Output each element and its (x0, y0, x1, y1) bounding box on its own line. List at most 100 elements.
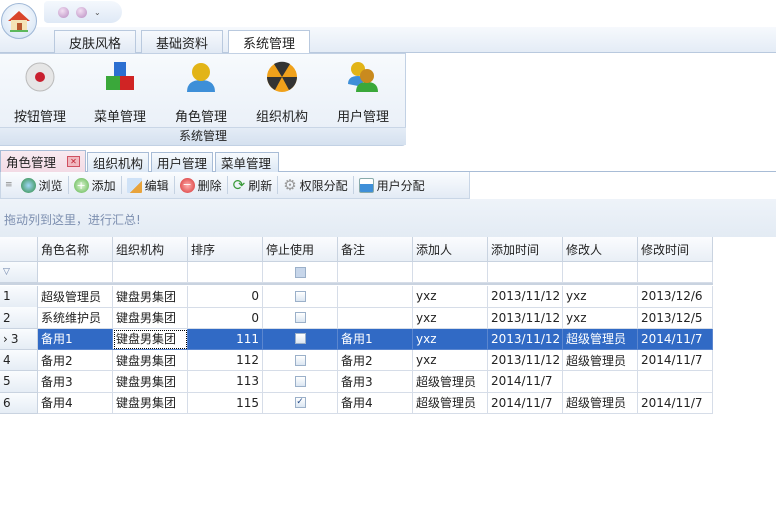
column-header[interactable]: 添加人 (413, 237, 488, 262)
tab-basic-data[interactable]: 基础资料 (141, 30, 223, 53)
doc-tab-role-management[interactable]: 角色管理 ✕ (0, 150, 86, 172)
cell-adder[interactable]: yxz (413, 286, 488, 308)
cell-note[interactable]: 备用3 (338, 371, 413, 393)
doc-tab-menu-management[interactable]: 菜单管理 (215, 152, 279, 172)
permission-assign-button[interactable]: ⚙ 权限分配 (278, 175, 352, 196)
column-header[interactable]: 修改人 (563, 237, 638, 262)
cell-name[interactable]: 备用1 (38, 328, 113, 351)
cell-name[interactable]: 备用3 (38, 371, 113, 393)
cell-org[interactable]: 键盘男集团 (113, 286, 188, 308)
delete-button[interactable]: − 删除 (175, 175, 227, 196)
column-header[interactable]: 修改时间 (638, 237, 713, 262)
cell-stop[interactable] (263, 286, 338, 308)
row-header[interactable]: 4 (0, 349, 38, 372)
tab-skin[interactable]: 皮肤风格 (54, 30, 136, 53)
cell-modtime[interactable]: 2014/11/7 (638, 349, 713, 372)
filter-cell[interactable] (338, 262, 413, 283)
filter-cell[interactable] (188, 262, 263, 283)
table-row[interactable]: 4 备用2 键盘男集团 112 备用2 yxz 2013/11/12 超级管理员 2014/11… (0, 349, 713, 372)
cell-adder[interactable]: yxz (413, 307, 488, 329)
cell-adder[interactable]: 超级管理员 (413, 371, 488, 393)
cell-addtime[interactable]: 2014/11/7 (488, 371, 563, 393)
doc-tab-user-management[interactable]: 用户管理 (151, 152, 213, 172)
cell-addtime[interactable]: 2013/11/12 (488, 307, 563, 329)
quick-access-icon[interactable] (76, 6, 87, 18)
organization-button[interactable]: 组织机构 (247, 58, 317, 126)
cell-mod[interactable] (563, 371, 638, 393)
column-header[interactable]: 角色名称 (38, 237, 113, 262)
add-button[interactable]: + 添加 (69, 175, 121, 196)
cell-modtime[interactable]: 2014/11/7 (638, 328, 713, 351)
cell-stop[interactable] (263, 307, 338, 329)
cell-stop[interactable] (263, 328, 338, 351)
cell-org[interactable]: 键盘男集团 (113, 349, 188, 372)
row-header[interactable]: 5 (0, 371, 38, 393)
table-row[interactable]: › 3 备用1 键盘男集团 111 备用1 yxz 2013/11/12 超级管理员 2014/1… (0, 328, 713, 351)
cell-stop[interactable]: ✓ (263, 392, 338, 414)
cell-note[interactable]: 备用4 (338, 392, 413, 414)
cell-name[interactable]: 超级管理员 (38, 286, 113, 308)
table-row[interactable]: 1 超级管理员 键盘男集团 0 yxz 2013/11/12 yxz 2013/12/6 (0, 286, 713, 308)
cell-sort[interactable]: 113 (188, 371, 263, 393)
cell-modtime[interactable]: 2013/12/6 (638, 286, 713, 308)
filter-cell[interactable] (563, 262, 638, 283)
stop-checkbox[interactable]: ✓ (294, 397, 306, 409)
cell-mod[interactable]: yxz (563, 307, 638, 329)
cell-addtime[interactable]: 2014/11/7 (488, 392, 563, 414)
cell-name[interactable]: 备用4 (38, 392, 113, 414)
row-header[interactable]: › 3 (0, 328, 38, 351)
cell-mod[interactable]: yxz (563, 286, 638, 308)
cell-note[interactable] (338, 307, 413, 329)
cell-org[interactable]: 键盘男集团 (113, 392, 188, 414)
row-header[interactable]: 6 (0, 392, 38, 414)
cell-sort[interactable]: 112 (188, 349, 263, 372)
cell-sort[interactable]: 0 (188, 307, 263, 329)
stop-checkbox[interactable] (294, 333, 306, 345)
refresh-button[interactable]: ⟳ 刷新 (228, 175, 278, 196)
column-header[interactable]: 添加时间 (488, 237, 563, 262)
cell-sort[interactable]: 115 (188, 392, 263, 414)
filter-cell[interactable] (413, 262, 488, 283)
cell-stop[interactable] (263, 371, 338, 393)
table-row[interactable]: 5 备用3 键盘男集团 113 备用3 超级管理员 2014/11/7 (0, 371, 713, 393)
column-header[interactable]: 备注 (338, 237, 413, 262)
cell-mod[interactable]: 超级管理员 (563, 328, 638, 351)
role-management-button[interactable]: 角色管理 (166, 58, 236, 126)
stop-checkbox[interactable] (294, 290, 306, 302)
app-menu-button[interactable] (1, 3, 37, 39)
cell-org[interactable]: 键盘男集团 (113, 371, 188, 393)
row-header[interactable]: 1 (0, 286, 38, 308)
cell-adder[interactable]: 超级管理员 (413, 392, 488, 414)
filter-cell[interactable] (38, 262, 113, 283)
user-assign-button[interactable]: 用户分配 (354, 175, 430, 196)
column-header[interactable]: 停止使用 (263, 237, 338, 262)
filter-cell[interactable] (263, 262, 338, 283)
stop-checkbox[interactable] (294, 375, 306, 387)
stop-checkbox[interactable] (294, 354, 306, 366)
close-icon[interactable]: ✕ (67, 156, 81, 167)
column-header[interactable]: 组织机构 (113, 237, 188, 262)
filter-checkbox[interactable] (294, 266, 306, 278)
cell-org[interactable]: 键盘男集团 (113, 328, 188, 351)
cell-addtime[interactable]: 2013/11/12 (488, 286, 563, 308)
cell-note[interactable] (338, 286, 413, 308)
cell-modtime[interactable]: 2013/12/5 (638, 307, 713, 329)
toolbar-grip[interactable]: ≡ (5, 180, 13, 190)
chevron-down-icon[interactable]: ⌄ (94, 8, 101, 17)
cell-stop[interactable] (263, 349, 338, 372)
menu-management-button[interactable]: 菜单管理 (85, 58, 155, 126)
cell-adder[interactable]: yxz (413, 328, 488, 351)
doc-tab-organization[interactable]: 组织机构 (87, 152, 149, 172)
cell-addtime[interactable]: 2013/11/12 (488, 349, 563, 372)
user-management-button[interactable]: 用户管理 (328, 58, 398, 126)
column-header[interactable]: 排序 (188, 237, 263, 262)
quick-access-icon[interactable] (58, 6, 69, 18)
browse-button[interactable]: 浏览 (16, 175, 68, 196)
row-header[interactable]: 2 (0, 307, 38, 329)
button-management-button[interactable]: 按钮管理 (5, 58, 75, 126)
cell-note[interactable]: 备用2 (338, 349, 413, 372)
cell-mod[interactable]: 超级管理员 (563, 392, 638, 414)
cell-name[interactable]: 系统维护员 (38, 307, 113, 329)
filter-cell[interactable] (638, 262, 713, 283)
filter-cell[interactable] (488, 262, 563, 283)
